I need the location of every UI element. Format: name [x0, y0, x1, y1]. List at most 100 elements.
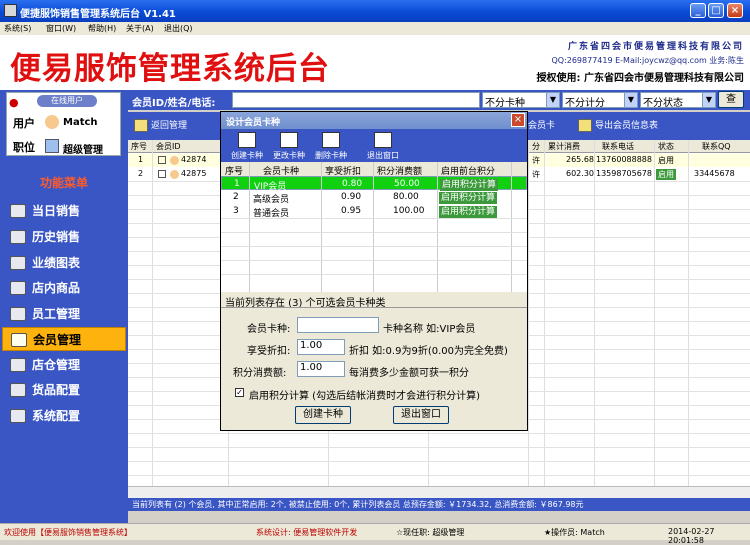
row-checkbox[interactable] [158, 170, 166, 178]
warehouse-icon [10, 358, 26, 372]
config-icon [10, 383, 26, 397]
goods-icon [10, 281, 26, 295]
enable-points-label: 启用积分计算 (勾选后结帐消费时才会进行积分计算) [249, 391, 480, 402]
status-bar: 欢迎使用【便易服饰销售管理系统】 系统设计: 便易管理软件开发 ☆现任职: 超级… [0, 523, 750, 545]
sidebar-item-system-config[interactable]: 系统配置 [2, 404, 126, 428]
chevron-down-icon: ▼ [702, 93, 715, 107]
window-title: 便捷服饰销售管理系统后台 V1.41 [20, 9, 176, 20]
discount-input[interactable]: 1.00 [297, 339, 345, 355]
menu-bar: 系统(S) 窗口(W) 帮助(H) 关于(A) 退出(Q) [0, 22, 750, 35]
sidebar-item-members[interactable]: 会员管理 [2, 327, 126, 351]
back-to-manage-button[interactable]: 返回管理 [134, 116, 187, 136]
exit-window-button[interactable]: 退出窗口 [393, 406, 449, 424]
datetime-text: 2014-02-27 20:01:58 [668, 527, 715, 545]
col-qq: 联系QQ [702, 142, 731, 151]
card-type-select[interactable]: 不分卡种 ▼ [482, 92, 560, 109]
card-delete-icon [322, 132, 340, 148]
horizontal-scrollbar[interactable] [128, 486, 750, 498]
sidebar-item-goods[interactable]: 店内商品 [2, 276, 126, 300]
user-box: 在线用户 ● 用户 Match 职位 超级管理 [6, 92, 121, 156]
calendar-icon [10, 204, 26, 218]
user-avatar-icon [45, 115, 59, 129]
member-summary: 当前列表有 (2) 个会员, 其中正常启用: 2个, 被禁止使用: 0个, 累计… [128, 498, 750, 511]
points-input[interactable]: 1.00 [297, 361, 345, 377]
menu-help[interactable]: 帮助(H) [88, 23, 116, 34]
design-text: 系统设计: 便易管理软件开发 [256, 528, 358, 537]
company-line: 广东省四会市便易管理科技有限公司 [567, 42, 744, 52]
create-card-button[interactable]: 创建卡种 [295, 406, 351, 424]
edit-card-tool[interactable]: 更改卡种 [269, 132, 309, 161]
menu-exit[interactable]: 退出(Q) [164, 23, 193, 34]
sidebar-item-charts[interactable]: 业绩图表 [2, 251, 126, 275]
sidebar-item-today-sales[interactable]: 当日销售 [2, 199, 126, 223]
function-menu-header: 功能菜单 [39, 176, 88, 190]
member-icon [170, 170, 179, 179]
welcome-text: 欢迎使用【便易服饰销售管理系统】 [4, 528, 132, 537]
menu-window[interactable]: 窗口(W) [46, 23, 76, 34]
user-value: Match [63, 117, 98, 128]
chart-icon [10, 256, 26, 270]
sidebar-item-goods-config[interactable]: 货品配置 [2, 378, 126, 402]
sidebar-item-warehouse[interactable]: 店仓管理 [2, 353, 126, 377]
user-status-icon: ● [9, 96, 19, 109]
maximize-button[interactable]: □ [708, 3, 724, 18]
card-row[interactable]: 1 VIP会员 0.80 50.00 启用积分计算 [221, 176, 527, 192]
export-icon [578, 119, 592, 132]
card-type-table: 序号 会员卡种 享受折扣 积分消费额 启用前台积分 1 VIP会员 0.80 5… [221, 162, 527, 292]
discount-label: 享受折扣: [247, 346, 291, 357]
role-label: 职位 [13, 141, 35, 154]
card-form: 当前列表存在 (3) 个可选会员卡种类 会员卡种: 卡种名称 如:VIP会员 享… [221, 292, 527, 430]
contact-line: QQ:269877419 E-Mail:joycwz@qq.com 业务:陈生 [551, 56, 744, 65]
members-icon [11, 333, 27, 347]
dialog-toolbar: 创建卡种 更改卡种 删除卡种 退出窗口 [221, 129, 527, 162]
operator-text: ★操作员: Match [544, 528, 605, 537]
history-icon [10, 230, 26, 244]
delete-card-tool[interactable]: 删除卡种 [311, 132, 351, 161]
card-add-icon [238, 132, 256, 148]
query-button[interactable]: 查 [718, 91, 744, 108]
dialog-close-button[interactable]: × [511, 113, 525, 127]
status-select[interactable]: 不分状态 ▼ [640, 92, 716, 109]
menu-system[interactable]: 系统(S) [4, 23, 31, 34]
user-label: 用户 [13, 117, 35, 130]
close-button[interactable]: × [727, 3, 743, 18]
member-card-button[interactable]: 会员卡 [528, 116, 555, 136]
export-members-button[interactable]: 导出会员信息表 [578, 116, 658, 136]
card-type-label: 会员卡种: [247, 324, 291, 335]
col-seq: 序号 [131, 142, 147, 151]
col-status: 状态 [658, 142, 674, 151]
sidebar-item-staff[interactable]: 员工管理 [2, 302, 126, 326]
sidebar: 在线用户 ● 用户 Match 职位 超级管理 功能菜单 当日销售 历史销售 业… [0, 90, 128, 523]
role-value: 超级管理 [63, 145, 103, 156]
points-label: 积分消费额: [233, 368, 287, 379]
sidebar-item-history-sales[interactable]: 历史销售 [2, 225, 126, 249]
enable-points-checkbox[interactable]: ✓ [235, 388, 244, 397]
search-bar: 会员ID/姓名/电话: 不分卡种 ▼ 不分计分 ▼ 不分状态 ▼ 查 [128, 90, 750, 110]
points-select[interactable]: 不分计分 ▼ [562, 92, 638, 109]
create-card-tool[interactable]: 创建卡种 [227, 132, 267, 161]
card-type-input[interactable] [297, 317, 379, 333]
exit-window-tool[interactable]: 退出窗口 [363, 132, 403, 161]
app-header: 便易服饰管理系统后台 广东省四会市便易管理科技有限公司 QQ:269877419… [0, 35, 750, 90]
app-banner-title: 便易服饰管理系统后台 [10, 51, 330, 87]
col-c1: 分 [532, 142, 540, 151]
discount-hint: 折扣 如:0.9为9折(0.00为完全免费) [349, 346, 508, 357]
search-input[interactable] [232, 92, 480, 108]
dialog-title: 设计会员卡种 [221, 112, 527, 129]
card-row[interactable]: 2 高级会员 0.90 80.00 启用积分计算 [221, 190, 527, 205]
chevron-down-icon: ▼ [546, 93, 559, 107]
current-role-text: ☆现任职: 超级管理 [396, 528, 465, 537]
col-id: 会员ID [156, 142, 181, 151]
search-label: 会员ID/姓名/电话: [132, 98, 216, 109]
points-hint: 每消费多少金额可获一积分 [349, 368, 469, 379]
card-type-dialog: 设计会员卡种 × 创建卡种 更改卡种 删除卡种 退出窗口 序号 会员卡种 享受折… [220, 111, 528, 431]
col-phone: 联系电话 [602, 142, 634, 151]
col-spend: 累计消费 [548, 142, 580, 151]
member-icon [170, 156, 179, 165]
online-badge: 在线用户 [37, 95, 97, 107]
minimize-button[interactable]: _ [690, 3, 706, 18]
row-checkbox[interactable] [158, 156, 166, 164]
app-icon [4, 4, 17, 17]
menu-about[interactable]: 关于(A) [126, 23, 154, 34]
card-row[interactable]: 3 普通会员 0.95 100.00 启用积分计算 [221, 204, 527, 219]
